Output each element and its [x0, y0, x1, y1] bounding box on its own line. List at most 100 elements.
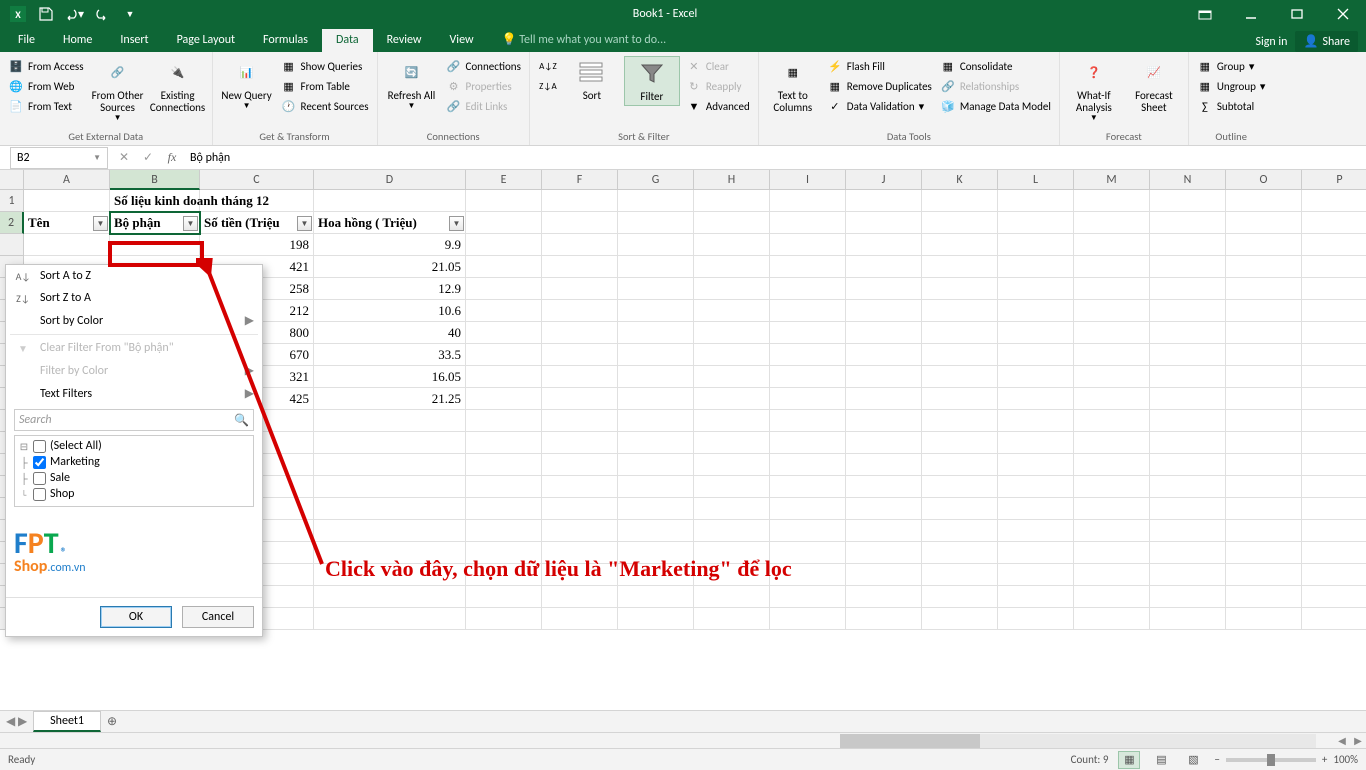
zoom-in-button[interactable]: + [1322, 753, 1327, 766]
view-page-break-icon[interactable]: ▧ [1182, 751, 1204, 769]
tab-data[interactable]: Data [322, 29, 373, 52]
sort-a-to-z[interactable]: A↓Sort A to Z [6, 265, 262, 287]
from-web-button[interactable]: 🌐From Web [6, 76, 86, 96]
col-header-I[interactable]: I [770, 170, 846, 190]
new-query-button[interactable]: 📊New Query▼ [219, 56, 275, 113]
col-header-O[interactable]: O [1226, 170, 1302, 190]
sheet-nav[interactable]: ◀ ▶ [0, 714, 33, 729]
recent-sources-button[interactable]: 🕐Recent Sources [279, 96, 371, 116]
col-header-N[interactable]: N [1150, 170, 1226, 190]
show-queries-button[interactable]: ▦Show Queries [279, 56, 371, 76]
from-other-sources-button[interactable]: 🔗From Other Sources▼ [90, 56, 146, 125]
scrollbar-thumb[interactable] [840, 734, 980, 748]
col-header-D[interactable]: D [314, 170, 466, 190]
tab-page-layout[interactable]: Page Layout [163, 29, 249, 52]
select-all-button[interactable] [0, 170, 24, 190]
col-header-G[interactable]: G [618, 170, 694, 190]
tab-view[interactable]: View [436, 29, 488, 52]
existing-connections-button[interactable]: 🔌Existing Connections [150, 56, 206, 116]
forecast-sheet-button[interactable]: 📈Forecast Sheet [1126, 56, 1182, 116]
tab-review[interactable]: Review [373, 29, 436, 52]
from-text-button[interactable]: 📄From Text [6, 96, 86, 116]
tab-formulas[interactable]: Formulas [249, 29, 322, 52]
group-button[interactable]: ▦Group ▾ [1195, 56, 1268, 76]
checkbox[interactable] [33, 456, 46, 469]
filter-item-marketing[interactable]: ├Marketing [19, 454, 249, 470]
sheet-tab[interactable]: Sheet1 [33, 711, 101, 732]
sort-az-button[interactable]: A↓Z [536, 56, 560, 76]
col-header-C[interactable]: C [200, 170, 314, 190]
filter-dropdown-d[interactable]: ▼ [449, 216, 464, 231]
filter-button[interactable]: Filter [624, 56, 680, 106]
row-header-1[interactable]: 1 [0, 190, 24, 212]
col-header-J[interactable]: J [846, 170, 922, 190]
save-icon[interactable] [34, 3, 58, 25]
ungroup-button[interactable]: ▦Ungroup ▾ [1195, 76, 1268, 96]
data-validation-button[interactable]: ✓Data Validation ▾ [825, 96, 934, 116]
sort-z-to-a[interactable]: Z↓Sort Z to A [6, 287, 262, 309]
filter-search-input[interactable]: Search🔍 [14, 409, 254, 431]
row-header-3[interactable] [0, 234, 24, 256]
sort-button[interactable]: Sort [564, 56, 620, 104]
advanced-button[interactable]: ▼Advanced [684, 96, 752, 116]
col-header-F[interactable]: F [542, 170, 618, 190]
from-access-button[interactable]: 🗄️From Access [6, 56, 86, 76]
checkbox[interactable] [33, 440, 46, 453]
what-if-button[interactable]: ❓What-If Analysis▼ [1066, 56, 1122, 125]
row-header-2[interactable]: 2 [0, 212, 24, 234]
sign-in-link[interactable]: Sign in [1255, 35, 1287, 49]
tab-home[interactable]: Home [49, 29, 106, 52]
data-model-button[interactable]: 🧊Manage Data Model [938, 96, 1053, 116]
filter-dropdown-c[interactable]: ▼ [297, 216, 312, 231]
tab-file[interactable]: File [4, 29, 49, 52]
checkbox[interactable] [33, 488, 46, 501]
text-to-columns-button[interactable]: ▦Text to Columns [765, 56, 821, 116]
ok-button[interactable]: OK [100, 606, 172, 628]
zoom-slider[interactable] [1226, 758, 1316, 762]
add-sheet-button[interactable]: ⊕ [101, 714, 123, 729]
cancel-button[interactable]: Cancel [182, 606, 254, 628]
minimize-icon[interactable] [1228, 0, 1274, 28]
col-header-P[interactable]: P [1302, 170, 1366, 190]
sort-by-color[interactable]: Sort by Color▶ [6, 309, 262, 332]
ribbon-options-icon[interactable] [1182, 0, 1228, 28]
connections-button[interactable]: 🔗Connections [444, 56, 523, 76]
zoom-out-button[interactable]: − [1214, 753, 1219, 766]
maximize-icon[interactable] [1274, 0, 1320, 28]
filter-dropdown-a[interactable]: ▼ [93, 216, 108, 231]
filter-dropdown-b[interactable]: ▼ [183, 216, 198, 231]
col-header-K[interactable]: K [922, 170, 998, 190]
remove-duplicates-button[interactable]: ▦Remove Duplicates [825, 76, 934, 96]
share-button[interactable]: 👤Share [1295, 31, 1358, 52]
col-header-M[interactable]: M [1074, 170, 1150, 190]
redo-icon[interactable] [90, 3, 114, 25]
col-header-E[interactable]: E [466, 170, 542, 190]
subtotal-button[interactable]: ∑Subtotal [1195, 96, 1268, 116]
text-filters[interactable]: Text Filters▶ [6, 382, 262, 405]
name-box[interactable]: B2▼ [10, 147, 108, 169]
view-normal-icon[interactable]: ▦ [1118, 751, 1140, 769]
excel-icon[interactable]: X [6, 3, 30, 25]
view-page-layout-icon[interactable]: ▤ [1150, 751, 1172, 769]
checkbox[interactable] [33, 472, 46, 485]
qat-customize-icon[interactable]: ▼ [118, 3, 142, 25]
undo-icon[interactable]: ▾ [62, 3, 86, 25]
filter-item-sale[interactable]: ├Sale [19, 470, 249, 486]
cancel-formula-icon[interactable]: ✕ [112, 147, 136, 169]
from-table-button[interactable]: ▦From Table [279, 76, 371, 96]
consolidate-button[interactable]: ▦Consolidate [938, 56, 1053, 76]
tab-insert[interactable]: Insert [106, 29, 162, 52]
formula-input[interactable]: Bộ phận [184, 151, 1366, 165]
col-header-H[interactable]: H [694, 170, 770, 190]
flash-fill-button[interactable]: ⚡Flash Fill [825, 56, 934, 76]
col-header-B[interactable]: B [110, 170, 200, 190]
close-icon[interactable] [1320, 0, 1366, 28]
col-header-A[interactable]: A [24, 170, 110, 190]
filter-item-shop[interactable]: └Shop [19, 486, 249, 502]
refresh-all-button[interactable]: 🔄Refresh All▼ [384, 56, 440, 113]
horizontal-scrollbar[interactable]: ◀▶ [0, 732, 1366, 748]
tell-me[interactable]: 💡 Tell me what you want to do... [488, 28, 681, 52]
col-header-L[interactable]: L [998, 170, 1074, 190]
filter-item-select-all[interactable]: ⊟(Select All) [19, 438, 249, 454]
accept-formula-icon[interactable]: ✓ [136, 147, 160, 169]
